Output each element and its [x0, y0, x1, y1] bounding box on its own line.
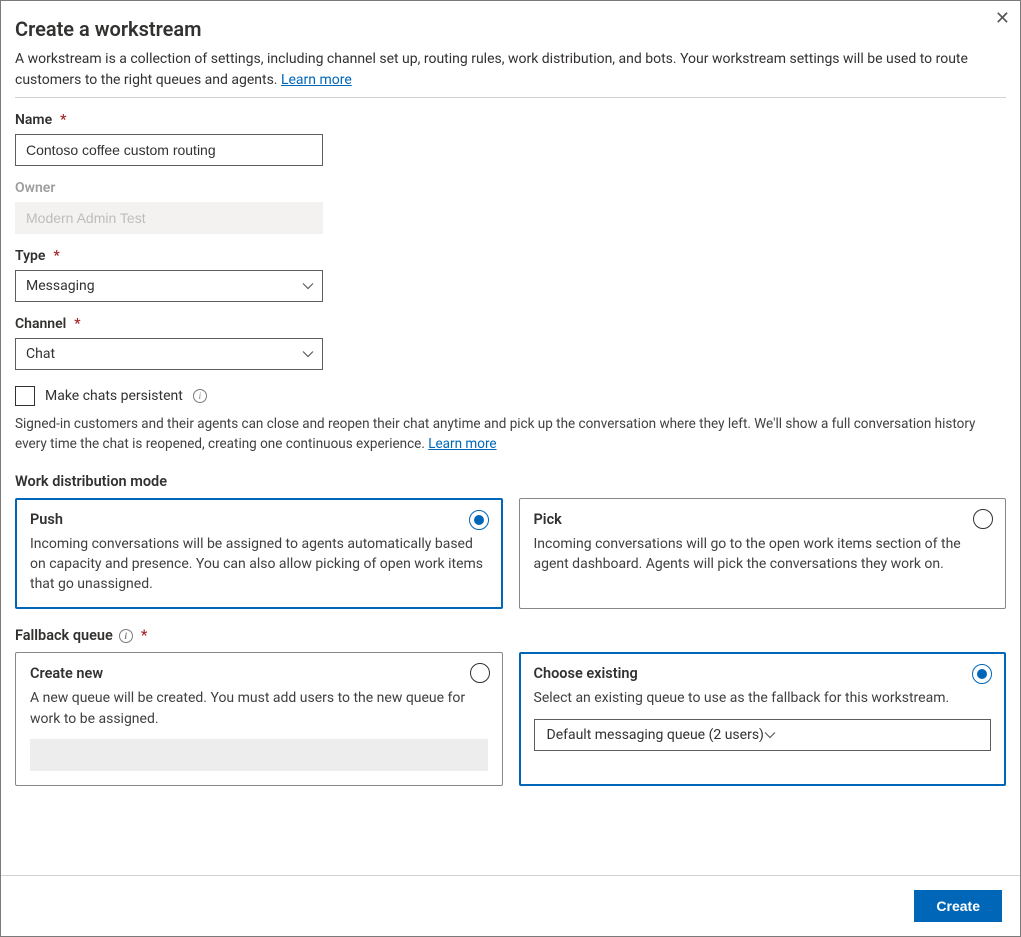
- channel-select-value: Chat: [26, 346, 55, 362]
- work-dist-push-card[interactable]: Push Incoming conversations will be assi…: [15, 498, 503, 610]
- push-desc: Incoming conversations will be assigned …: [30, 534, 488, 595]
- fallback-queue-label: Fallback queue i *: [15, 627, 1006, 644]
- persistent-chat-checkbox[interactable]: [15, 386, 35, 406]
- dialog-title: Create a workstream: [15, 17, 1006, 41]
- chevron-down-icon: [302, 280, 314, 292]
- create-radio[interactable]: [470, 663, 490, 683]
- intro-learn-more-link[interactable]: Learn more: [281, 72, 352, 88]
- type-select-value: Messaging: [26, 278, 95, 294]
- persistent-learn-more-link[interactable]: Learn more: [428, 436, 496, 452]
- required-indicator: *: [53, 248, 59, 264]
- existing-queue-select[interactable]: Default messaging queue (2 users): [534, 719, 992, 751]
- pick-title: Pick: [534, 511, 992, 528]
- type-select[interactable]: Messaging: [15, 270, 323, 302]
- choose-title: Choose existing: [534, 665, 992, 682]
- create-queue-name-input-disabled: [30, 739, 488, 771]
- pick-desc: Incoming conversations will go to the op…: [534, 534, 992, 575]
- required-indicator: *: [141, 627, 148, 644]
- persistent-chat-row: Make chats persistent i: [15, 386, 1006, 406]
- persistent-chat-label: Make chats persistent: [45, 388, 183, 404]
- create-button[interactable]: Create: [914, 890, 1002, 922]
- name-label-text: Name: [15, 112, 52, 128]
- intro-text: A workstream is a collection of settings…: [15, 51, 968, 88]
- channel-label: Channel *: [15, 316, 1006, 332]
- fallback-choose-card[interactable]: Choose existing Select an existing queue…: [519, 652, 1007, 786]
- create-desc: A new queue will be created. You must ad…: [30, 688, 488, 729]
- required-indicator: *: [74, 316, 80, 332]
- chevron-down-icon: [302, 348, 314, 360]
- dialog-intro: A workstream is a collection of settings…: [15, 49, 1006, 98]
- name-input[interactable]: [15, 134, 323, 166]
- owner-input: [15, 202, 323, 234]
- push-radio[interactable]: [469, 510, 489, 530]
- channel-label-text: Channel: [15, 316, 66, 332]
- type-label-text: Type: [15, 248, 45, 264]
- create-title: Create new: [30, 665, 488, 682]
- type-label: Type *: [15, 248, 1006, 264]
- close-icon[interactable]: ✕: [995, 9, 1010, 27]
- fallback-create-card[interactable]: Create new A new queue will be created. …: [15, 652, 503, 786]
- push-title: Push: [30, 511, 488, 528]
- info-icon[interactable]: i: [193, 389, 207, 403]
- channel-select[interactable]: Chat: [15, 338, 323, 370]
- dialog-footer: Create: [1, 875, 1020, 936]
- owner-label: Owner: [15, 180, 1006, 196]
- chevron-down-icon: [764, 729, 776, 741]
- choose-desc: Select an existing queue to use as the f…: [534, 688, 992, 708]
- persistent-chat-help: Signed-in customers and their agents can…: [15, 414, 1006, 455]
- work-distribution-label: Work distribution mode: [15, 473, 1006, 490]
- required-indicator: *: [60, 112, 66, 128]
- pick-radio[interactable]: [973, 509, 993, 529]
- work-dist-pick-card[interactable]: Pick Incoming conversations will go to t…: [519, 498, 1007, 610]
- name-label: Name *: [15, 112, 1006, 128]
- fallback-queue-label-text: Fallback queue: [15, 627, 113, 644]
- info-icon[interactable]: i: [119, 629, 133, 643]
- existing-queue-value: Default messaging queue (2 users): [547, 727, 764, 743]
